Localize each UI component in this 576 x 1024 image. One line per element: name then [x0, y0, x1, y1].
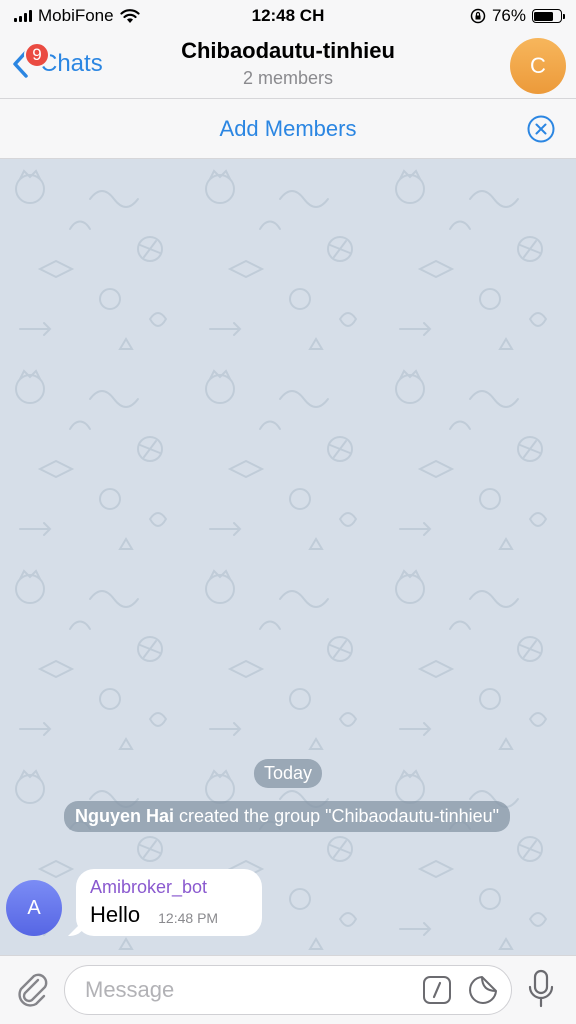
status-time: 12:48 CH — [251, 6, 325, 25]
message-text: Hello — [90, 902, 141, 927]
message-bubble[interactable]: Amibroker_bot Hello 12:48 PM — [76, 869, 262, 936]
sender-avatar[interactable]: A — [6, 880, 62, 936]
message-line: Hello 12:48 PM — [90, 902, 244, 928]
close-circle-icon[interactable] — [526, 114, 556, 144]
input-bar — [0, 955, 576, 1024]
status-right: 76% — [362, 6, 565, 26]
slash-command-icon[interactable] — [422, 975, 452, 1005]
back-button[interactable]: 9 Chats — [10, 42, 103, 80]
chat-avatar[interactable]: C — [510, 38, 566, 94]
service-actor[interactable]: Nguyen Hai — [75, 806, 174, 826]
doodle-wallpaper — [0, 159, 576, 955]
service-text: created the group "Chibaodautu-tinhieu" — [179, 806, 500, 826]
battery-fill — [534, 11, 554, 21]
navigation-bar: Chibaodautu-tinhieu 2 members 9 Chats C — [0, 32, 576, 99]
rotation-lock-icon — [470, 8, 486, 24]
add-members-button[interactable]: Add Members — [220, 116, 357, 142]
message-row: A Amibroker_bot Hello 12:48 PM — [6, 869, 262, 936]
carrier-name: MobiFone — [38, 6, 114, 25]
sticker-icon[interactable] — [467, 974, 499, 1006]
message-time: 12:48 PM — [158, 910, 219, 926]
status-bar: MobiFone 12:48 CH 76% — [0, 0, 576, 32]
paperclip-icon[interactable] — [14, 970, 50, 1008]
battery-percent: 76% — [491, 6, 526, 25]
microphone-icon[interactable] — [526, 968, 556, 1010]
unread-badge: 9 — [24, 42, 50, 68]
chat-area[interactable]: Today Nguyen Hai created the group "Chib… — [0, 159, 576, 955]
battery-icon — [531, 9, 565, 23]
wifi-icon — [120, 9, 140, 23]
date-separator: Today — [253, 759, 323, 788]
sender-name[interactable]: Amibroker_bot — [90, 877, 244, 898]
status-left: MobiFone — [14, 6, 214, 26]
add-members-banner: Add Members — [0, 99, 576, 159]
signal-icon — [14, 10, 32, 22]
service-message: Nguyen Hai created the group "Chibaodaut… — [64, 801, 510, 832]
